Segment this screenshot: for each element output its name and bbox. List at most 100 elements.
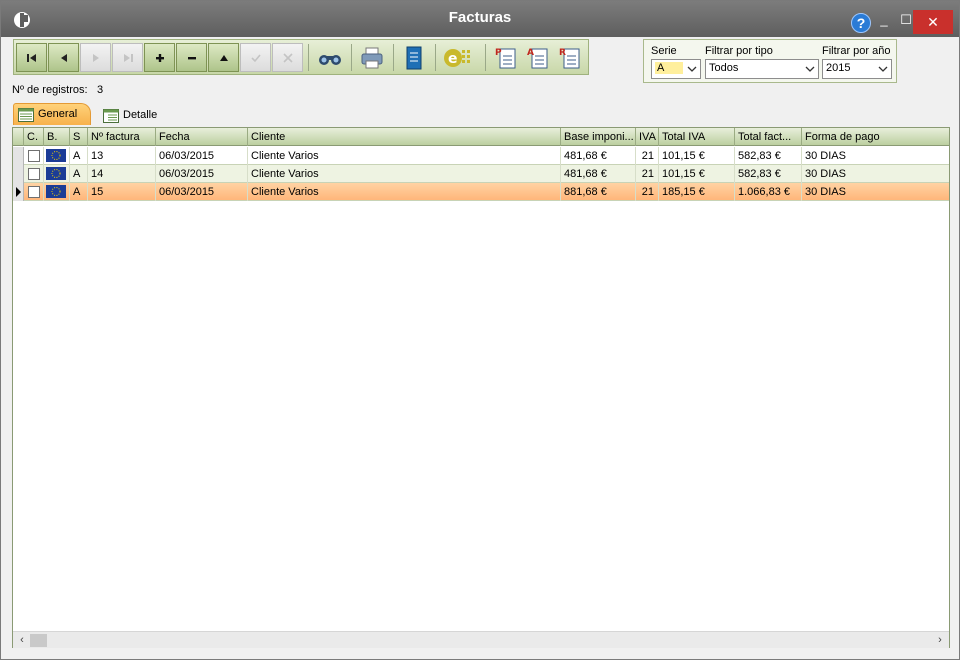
scroll-right-button[interactable]: › [933,633,947,647]
serie-select[interactable]: A [651,59,701,79]
previous-record-button[interactable] [48,43,79,72]
eu-flag-icon [46,185,66,198]
scroll-thumb[interactable] [30,634,47,647]
edit-record-button[interactable] [208,43,239,72]
column-header-s[interactable]: S [70,128,88,146]
iva-cell: 21 [636,147,659,165]
tab-general[interactable]: General [13,103,91,125]
chevron-down-icon [687,66,697,72]
svg-text:P: P [495,48,502,58]
edit-up-icon [220,55,228,61]
cliente-cell: Cliente Varios [248,183,561,201]
pago-cell: 30 DIAS [805,150,846,162]
column-header-fecha[interactable]: Fecha [156,128,248,146]
table-row[interactable]: A 13 06/03/2015 Cliente Varios 481,68 € … [13,147,949,165]
next-record-icon [93,54,99,62]
anio-select[interactable]: 2015 [822,59,892,79]
pdf-r-icon[interactable]: R [556,44,584,72]
serie-label: Serie [651,45,677,57]
invoices-window: Facturas ? _ ☐ ✕ e P A R Serie Filtrar p… [0,0,960,660]
cobrado-cell [24,165,44,183]
total-cell: 582,83 € [735,165,802,183]
delete-icon [188,57,196,60]
column-header-c[interactable]: C. [24,128,44,146]
pago-cell: 30 DIAS [805,186,846,198]
cancel-icon [283,53,293,63]
iva-cell: 21 [636,165,659,183]
anio-label: Filtrar por año [822,45,891,57]
column-header-numero[interactable]: Nº factura [88,128,156,146]
total-iva-cell: 101,15 € [659,165,735,183]
anio-value: 2015 [826,62,851,74]
toolbar-separator [485,44,486,71]
column-header-b[interactable]: B. [44,128,70,146]
cliente-cell: Cliente Varios [248,165,561,183]
delete-record-button[interactable] [176,43,207,72]
numero-cell: 14 [88,165,156,183]
serie-value: A [655,62,683,74]
cobrado-cell [24,183,44,201]
tipo-select[interactable]: Todos [705,59,819,79]
tab-detalle[interactable]: Detalle [99,105,169,125]
toolbar-separator [393,44,394,71]
print-icon[interactable] [358,44,386,72]
horizontal-scrollbar[interactable]: ‹ › [13,631,949,648]
eu-flag-icon [46,167,66,180]
first-record-button[interactable] [16,43,47,72]
column-header-cliente[interactable]: Cliente [248,128,561,146]
svg-text:e: e [448,51,458,67]
close-button[interactable]: ✕ [913,10,953,34]
header-indicator [13,128,24,146]
add-record-button[interactable] [144,43,175,72]
table-row-selected[interactable]: A 15 06/03/2015 Cliente Varios 881,68 € … [13,183,949,201]
tab-general-label: General [38,108,78,120]
scroll-left-button[interactable]: ‹ [15,633,29,647]
column-header-iva[interactable]: IVA [636,128,659,146]
eu-flag-icon [46,149,66,162]
total-iva-cell: 101,15 € [659,147,735,165]
e-invoice-icon[interactable]: e [442,44,476,72]
document-icon[interactable] [400,44,428,72]
table-row[interactable]: A 14 06/03/2015 Cliente Varios 481,68 € … [13,165,949,183]
svg-text:R: R [559,48,566,58]
cobrado-checkbox[interactable] [28,168,40,180]
tipo-value: Todos [709,62,739,74]
serie-cell: A [70,165,88,183]
toolbar: e P A R [13,39,589,75]
svg-text:A: A [527,48,534,58]
column-header-total[interactable]: Total fact... [735,128,802,146]
toolbar-separator [308,44,309,71]
cancel-button[interactable] [272,43,303,72]
chevron-down-icon [878,66,888,72]
last-record-button[interactable] [112,43,143,72]
pdf-a-icon[interactable]: A [524,44,552,72]
column-header-base[interactable]: Base imponi... [561,128,636,146]
total-cell: 582,83 € [735,147,802,165]
next-record-button[interactable] [80,43,111,72]
row-indicator [13,183,24,201]
minimize-button[interactable]: _ [875,11,893,29]
toolbar-separator [435,44,436,71]
add-icon [156,54,164,62]
column-header-total-iva[interactable]: Total IVA [659,128,735,146]
fecha-cell: 06/03/2015 [156,183,248,201]
invoices-grid: C. B. S Nº factura Fecha Cliente Base im… [12,127,950,648]
flag-cell [44,183,70,201]
record-count-value: 3 [97,84,104,96]
pdf-icon[interactable]: P [492,44,520,72]
confirm-button[interactable] [240,43,271,72]
cliente-cell: Cliente Varios [248,147,561,165]
cobrado-checkbox[interactable] [28,186,40,198]
binoculars-search-icon[interactable] [316,44,344,72]
column-header-pago[interactable]: Forma de pago [802,128,949,146]
previous-record-icon [61,54,67,62]
base-cell: 881,68 € [561,183,636,201]
base-cell: 481,68 € [561,165,636,183]
flag-cell [44,165,70,183]
last-record-icon [124,54,133,62]
serie-cell: A [70,183,88,201]
pago-cell: 30 DIAS [805,168,846,180]
help-button[interactable]: ? [851,13,871,33]
record-count-label: Nº de registros: [12,84,88,96]
cobrado-checkbox[interactable] [28,150,40,162]
